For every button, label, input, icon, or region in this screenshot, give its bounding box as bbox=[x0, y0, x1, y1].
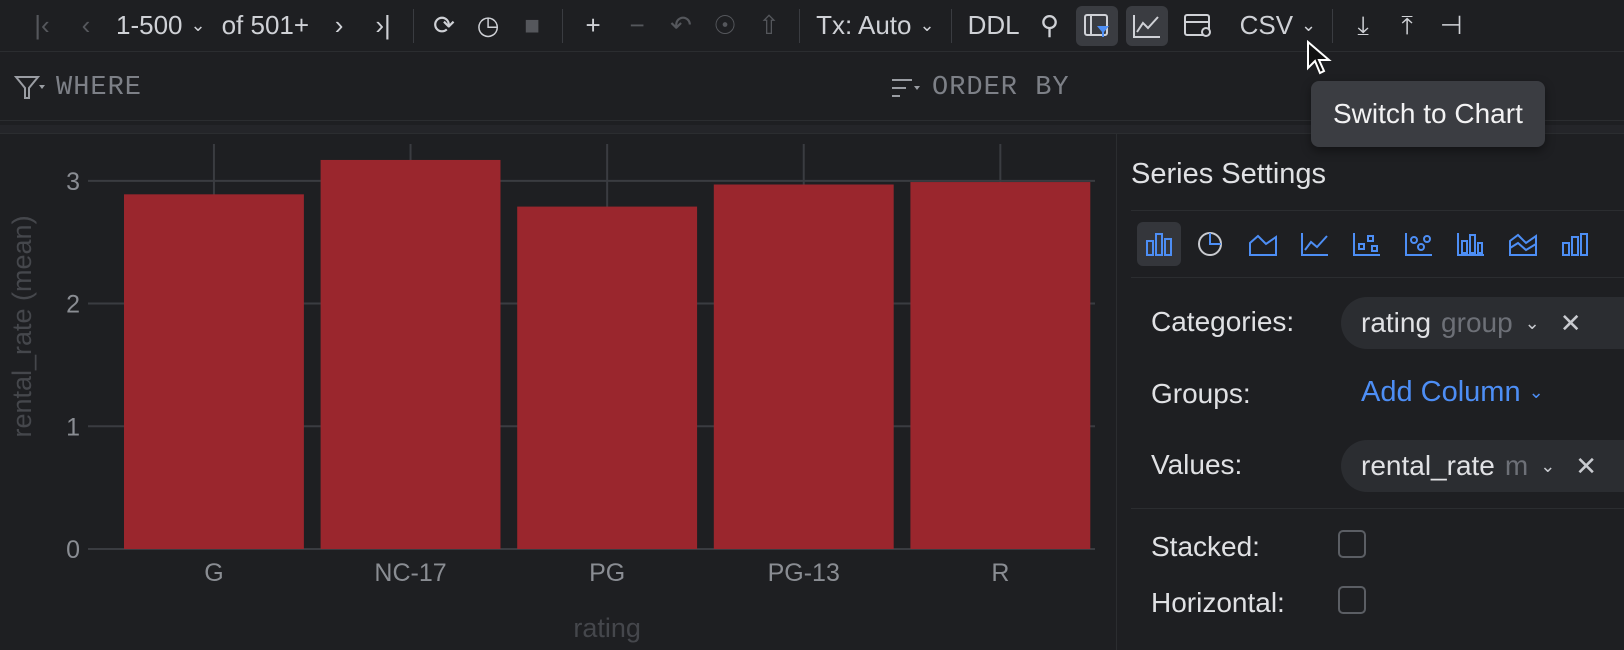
toolbar-divider bbox=[562, 8, 564, 43]
bar[interactable] bbox=[124, 194, 304, 549]
add-column-button[interactable]: Add Column ⌄ bbox=[1361, 376, 1544, 409]
add-column-label: Add Column bbox=[1361, 376, 1521, 408]
bar-chart: 0 1 2 3 G NC-17 PG PG-13 R rental_rate (mean) r… bbox=[7, 144, 1095, 643]
chevron-down-icon: ⌄ bbox=[190, 15, 206, 35]
export-format-label: CSV bbox=[1239, 10, 1294, 40]
horizontal-checkbox[interactable] bbox=[1338, 586, 1366, 614]
submit-icon[interactable]: ⇧ bbox=[747, 6, 791, 46]
column-chart-type-icon[interactable] bbox=[1553, 222, 1597, 266]
bubble-chart-type-icon[interactable] bbox=[1397, 222, 1441, 266]
horizontal-label: Horizontal: bbox=[1151, 587, 1285, 618]
revert-icon[interactable]: ↶ bbox=[659, 6, 703, 46]
y-tick-label: 3 bbox=[66, 168, 80, 196]
y-tick-label: 1 bbox=[66, 413, 80, 441]
y-axis-ticks: 0 1 2 3 bbox=[66, 168, 80, 564]
tx-mode-label: Tx: Auto bbox=[816, 10, 912, 40]
ddl-button[interactable]: DDL bbox=[960, 6, 1028, 46]
bar[interactable] bbox=[910, 182, 1091, 549]
first-page-icon[interactable]: |‹ bbox=[20, 6, 64, 46]
preview-changes-icon[interactable]: ☉ bbox=[703, 6, 747, 46]
histogram-chart-type-icon[interactable] bbox=[1449, 222, 1493, 266]
x-tick-label: PG-13 bbox=[768, 559, 840, 587]
more-icon[interactable]: ⊣ bbox=[1429, 6, 1473, 46]
scatter-chart-type-icon[interactable] bbox=[1345, 222, 1389, 266]
toolbar-divider bbox=[799, 8, 801, 43]
filter-icon bbox=[14, 76, 45, 99]
delete-row-icon[interactable]: − bbox=[615, 6, 659, 46]
x-tick-label: G bbox=[204, 559, 223, 587]
download-icon[interactable]: ⤓ bbox=[1341, 6, 1385, 46]
chart-bars bbox=[124, 159, 1091, 550]
close-icon[interactable]: ✕ bbox=[1560, 308, 1582, 339]
bar[interactable] bbox=[517, 206, 698, 549]
last-page-icon[interactable]: ›| bbox=[361, 6, 405, 46]
categories-label: Categories: bbox=[1151, 306, 1295, 337]
categories-value: rating bbox=[1361, 307, 1432, 338]
y-axis-label: rental_rate (mean) bbox=[7, 215, 37, 437]
prev-page-icon[interactable]: ‹ bbox=[64, 6, 108, 46]
stacked-area-chart-type-icon[interactable] bbox=[1501, 222, 1545, 266]
add-row-icon[interactable]: + bbox=[571, 6, 615, 46]
area-chart-type-icon[interactable] bbox=[1241, 222, 1285, 266]
stacked-checkbox[interactable] bbox=[1338, 530, 1366, 558]
chevron-down-icon: ⌄ bbox=[919, 15, 935, 35]
x-axis-label: rating bbox=[573, 613, 641, 643]
values-value: rental_rate bbox=[1361, 450, 1495, 481]
chart-icon[interactable] bbox=[1125, 5, 1168, 46]
bar-chart-type-icon[interactable] bbox=[1137, 222, 1181, 266]
chevron-down-icon: ⌄ bbox=[1301, 15, 1317, 35]
x-axis-ticks: G NC-17 PG PG-13 R bbox=[204, 559, 1009, 587]
bar[interactable] bbox=[320, 159, 501, 550]
values-aggregation: m bbox=[1504, 450, 1529, 481]
page-range-dropdown[interactable]: 1-500 ⌄ bbox=[108, 6, 214, 46]
close-icon[interactable]: ✕ bbox=[1575, 451, 1597, 482]
chevron-down-icon[interactable]: ⌄ bbox=[1540, 456, 1555, 477]
toolbar-divider bbox=[950, 8, 952, 43]
categories-field[interactable]: rating group ⌄ ✕ bbox=[1341, 297, 1624, 349]
x-tick-label: R bbox=[991, 559, 1009, 587]
values-field[interactable]: rental_rate m ⌄ ✕ bbox=[1341, 440, 1624, 492]
stop-icon[interactable]: ■ bbox=[510, 6, 554, 46]
total-count: of 501+ bbox=[221, 10, 310, 40]
y-tick-label: 0 bbox=[66, 536, 80, 564]
mouse-cursor-icon bbox=[1307, 40, 1332, 75]
history-clock-icon[interactable]: ◷ bbox=[466, 6, 510, 46]
panel-title: Series Settings bbox=[1131, 158, 1327, 190]
bar[interactable] bbox=[713, 184, 894, 550]
chevron-down-icon[interactable]: ⌄ bbox=[1525, 313, 1540, 334]
pie-chart-type-icon[interactable] bbox=[1189, 222, 1233, 266]
upload-icon[interactable]: ⤒ bbox=[1385, 6, 1429, 46]
series-settings-panel: Series Settings Categories: rating group… bbox=[1116, 134, 1624, 650]
x-tick-label: NC-17 bbox=[374, 559, 446, 587]
refresh-icon[interactable]: ⟳ bbox=[422, 6, 466, 46]
where-filter[interactable]: WHERE bbox=[14, 73, 142, 103]
y-tick-label: 2 bbox=[66, 291, 80, 319]
chart-type-selector bbox=[1131, 210, 1624, 278]
sort-icon bbox=[892, 79, 920, 97]
order-by-filter[interactable]: ORDER BY bbox=[890, 73, 1070, 103]
where-label: WHERE bbox=[56, 73, 143, 103]
x-tick-label: PG bbox=[589, 559, 625, 587]
groups-label: Groups: bbox=[1151, 378, 1251, 409]
tooltip: Switch to Chart bbox=[1311, 81, 1545, 147]
value-viewer-icon[interactable] bbox=[1176, 6, 1220, 46]
toolbar: |‹ ‹ 1-500 ⌄ of 501+ › ›| ⟳ ◷ ■ + − ↶ ☉ ⇧… bbox=[0, 0, 1624, 52]
categories-aggregation: group bbox=[1441, 307, 1513, 338]
values-label: Values: bbox=[1151, 449, 1243, 480]
page-range-label: 1-500 bbox=[116, 10, 183, 40]
toolbar-divider bbox=[1332, 8, 1334, 43]
table-filter-icon[interactable] bbox=[1075, 5, 1118, 46]
next-page-icon[interactable]: › bbox=[317, 6, 361, 46]
order-by-label: ORDER BY bbox=[932, 73, 1070, 103]
tx-mode-dropdown[interactable]: Tx: Auto ⌄ bbox=[808, 6, 942, 46]
search-icon[interactable]: ⚲ bbox=[1028, 6, 1072, 46]
toolbar-divider bbox=[413, 8, 415, 43]
chevron-down-icon: ⌄ bbox=[1528, 382, 1544, 402]
stacked-label: Stacked: bbox=[1151, 531, 1260, 562]
panel-divider bbox=[1131, 508, 1624, 509]
line-chart-type-icon[interactable] bbox=[1293, 222, 1337, 266]
